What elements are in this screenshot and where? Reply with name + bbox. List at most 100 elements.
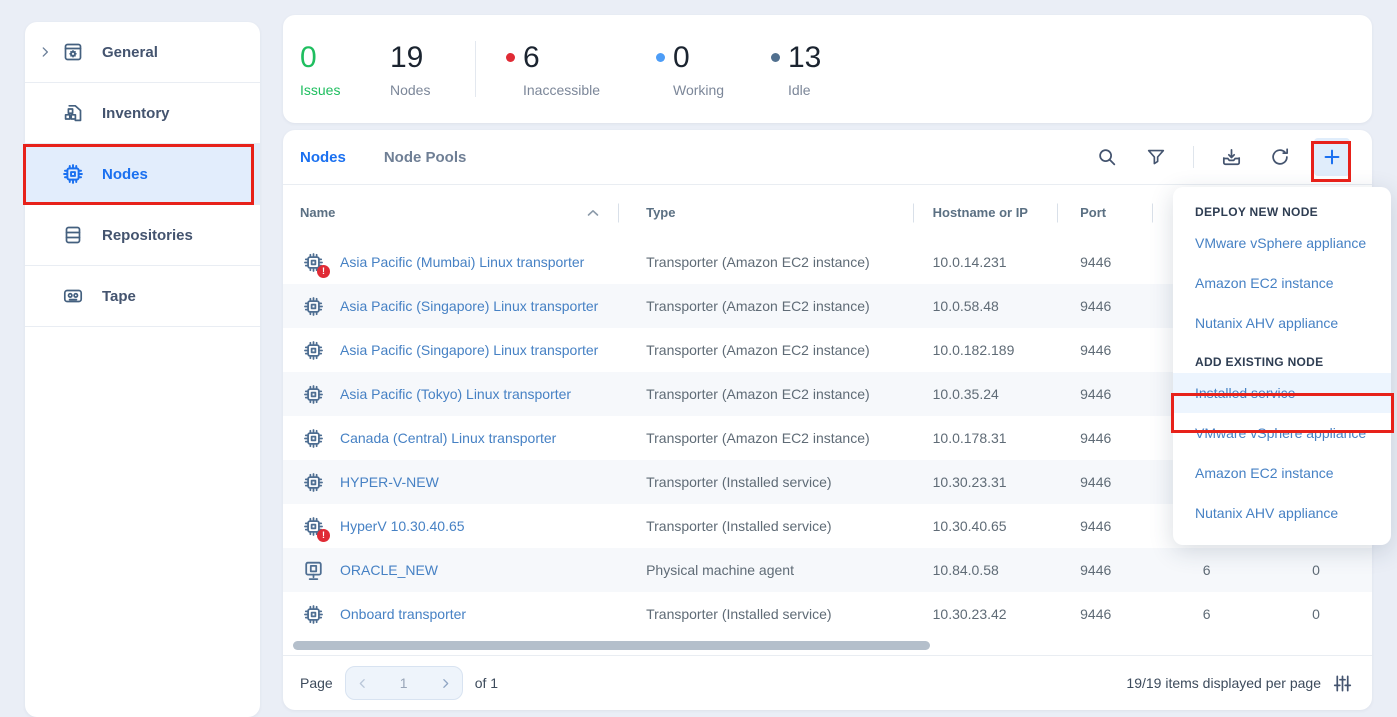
cell-hostname: 10.84.0.58 <box>914 548 1059 592</box>
tab-node-pools[interactable]: Node Pools <box>384 149 467 166</box>
display-settings-icon[interactable] <box>1333 674 1352 693</box>
column-header-hostname[interactable]: Hostname or IP <box>914 185 1059 240</box>
current-page[interactable]: 1 <box>400 675 408 691</box>
menu-item-deploy-ec2[interactable]: Amazon EC2 instance <box>1173 263 1391 303</box>
sidebar-item-inventory[interactable]: Inventory <box>25 83 260 144</box>
transporter-icon <box>300 337 326 363</box>
cell-port: 9446 <box>1058 460 1153 504</box>
transporter-icon <box>300 601 326 627</box>
cell-name: Canada (Central) Linux transporter <box>283 416 619 460</box>
issues-label: Issues <box>300 82 390 98</box>
menu-item-deploy-nutanix[interactable]: Nutanix AHV appliance <box>1173 303 1391 343</box>
menu-item-existing-nutanix[interactable]: Nutanix AHV appliance <box>1173 493 1391 533</box>
inventory-icon <box>60 100 86 126</box>
refresh-icon[interactable] <box>1268 145 1292 169</box>
cell-type: Transporter (Installed service) <box>619 460 914 504</box>
cell-hostname: 10.0.182.189 <box>914 328 1059 372</box>
node-name-link[interactable]: Asia Pacific (Tokyo) Linux transporter <box>340 386 571 402</box>
repositories-icon <box>60 222 86 248</box>
stats-divider <box>475 41 476 97</box>
working-dot <box>656 53 665 62</box>
node-name-link[interactable]: Canada (Central) Linux transporter <box>340 430 556 446</box>
cell-name: Asia Pacific (Singapore) Linux transport… <box>283 328 619 372</box>
transporter-icon: ! <box>300 249 326 275</box>
table-row[interactable]: Onboard transporter Transporter (Install… <box>283 592 1372 636</box>
add-node-button[interactable] <box>1314 138 1350 176</box>
nodes-count: 19 <box>390 41 423 75</box>
filter-icon[interactable] <box>1144 145 1168 169</box>
menu-item-deploy-vmware[interactable]: VMware vSphere appliance <box>1173 223 1391 263</box>
cell-name: Onboard transporter <box>283 592 619 636</box>
tab-nodes[interactable]: Nodes <box>300 149 346 166</box>
table-row[interactable]: ORACLE_NEW Physical machine agent 10.84.… <box>283 548 1372 592</box>
next-page-icon[interactable] <box>439 677 452 690</box>
stat-issues: 0 Issues <box>300 41 390 98</box>
transporter-icon: ! <box>300 513 326 539</box>
search-icon[interactable] <box>1095 145 1119 169</box>
cell-type: Transporter (Amazon EC2 instance) <box>619 416 914 460</box>
node-name-link[interactable]: ORACLE_NEW <box>340 562 438 578</box>
menu-item-existing-vmware[interactable]: VMware vSphere appliance <box>1173 413 1391 453</box>
node-name-link[interactable]: Asia Pacific (Mumbai) Linux transporter <box>340 254 584 270</box>
column-header-name[interactable]: Name <box>283 185 619 240</box>
chevron-right-icon[interactable] <box>38 45 52 59</box>
transporter-icon <box>300 381 326 407</box>
idle-count: 13 <box>788 41 821 75</box>
cell-extra2: 0 <box>1260 592 1372 636</box>
sort-asc-icon[interactable] <box>587 209 599 217</box>
page-label: Page <box>300 675 333 691</box>
cell-port: 9446 <box>1058 372 1153 416</box>
error-badge-icon: ! <box>317 265 330 278</box>
panel-toolbar: Nodes Node Pools <box>283 130 1372 185</box>
summary-bar: 0 Issues 19 Nodes 6 Inaccessible 0 Worki… <box>283 15 1372 123</box>
cell-name: ORACLE_NEW <box>283 548 619 592</box>
cell-name: Asia Pacific (Singapore) Linux transport… <box>283 284 619 328</box>
horizontal-scrollbar-thumb[interactable] <box>293 641 930 650</box>
inaccessible-label: Inaccessible <box>523 82 656 98</box>
sidebar-item-general[interactable]: General <box>25 22 260 83</box>
sidebar-item-label: Nodes <box>102 166 148 183</box>
node-name-link[interactable]: Asia Pacific (Singapore) Linux transport… <box>340 298 598 314</box>
cell-type: Transporter (Installed service) <box>619 504 914 548</box>
column-header-port[interactable]: Port <box>1058 185 1153 240</box>
cell-hostname: 10.0.14.231 <box>914 240 1059 284</box>
cell-type: Transporter (Amazon EC2 instance) <box>619 240 914 284</box>
node-name-link[interactable]: HyperV 10.30.40.65 <box>340 518 465 534</box>
sidebar-item-label: Inventory <box>102 105 170 122</box>
cell-name: ! Asia Pacific (Mumbai) Linux transporte… <box>283 240 619 284</box>
add-node-menu: DEPLOY NEW NODE VMware vSphere appliance… <box>1173 187 1391 545</box>
tape-icon <box>60 283 86 309</box>
cell-name: HYPER-V-NEW <box>283 460 619 504</box>
sidebar-item-repositories[interactable]: Repositories <box>25 205 260 266</box>
node-name-link[interactable]: Onboard transporter <box>340 606 466 622</box>
export-icon[interactable] <box>1219 145 1243 169</box>
cell-name: ! HyperV 10.30.40.65 <box>283 504 619 548</box>
stat-nodes: 19 Nodes <box>390 41 475 98</box>
cell-extra1: 6 <box>1153 592 1260 636</box>
sidebar-item-tape[interactable]: Tape <box>25 266 260 327</box>
toolbar-divider <box>1193 146 1194 168</box>
cell-type: Transporter (Amazon EC2 instance) <box>619 328 914 372</box>
physical-machine-icon <box>300 557 326 583</box>
cell-hostname: 10.0.178.31 <box>914 416 1059 460</box>
column-header-type[interactable]: Type <box>619 185 914 240</box>
sidebar: General Inventory Nodes Re <box>25 22 260 717</box>
menu-item-installed-service[interactable]: Installed service <box>1173 373 1391 413</box>
menu-item-existing-ec2[interactable]: Amazon EC2 instance <box>1173 453 1391 493</box>
cell-hostname: 10.30.23.42 <box>914 592 1059 636</box>
cell-type: Transporter (Installed service) <box>619 592 914 636</box>
cell-name: Asia Pacific (Tokyo) Linux transporter <box>283 372 619 416</box>
sidebar-item-nodes[interactable]: Nodes <box>25 144 260 205</box>
cell-type: Transporter (Amazon EC2 instance) <box>619 372 914 416</box>
node-name-link[interactable]: HYPER-V-NEW <box>340 474 439 490</box>
node-name-link[interactable]: Asia Pacific (Singapore) Linux transport… <box>340 342 598 358</box>
menu-section-existing: ADD EXISTING NODE <box>1173 343 1391 373</box>
transporter-icon <box>300 425 326 451</box>
idle-label: Idle <box>788 82 821 98</box>
cell-port: 9446 <box>1058 416 1153 460</box>
prev-page-icon[interactable] <box>356 677 369 690</box>
cell-extra2: 0 <box>1260 548 1372 592</box>
cell-hostname: 10.30.23.31 <box>914 460 1059 504</box>
inaccessible-count: 6 <box>523 41 540 75</box>
cell-port: 9446 <box>1058 548 1153 592</box>
